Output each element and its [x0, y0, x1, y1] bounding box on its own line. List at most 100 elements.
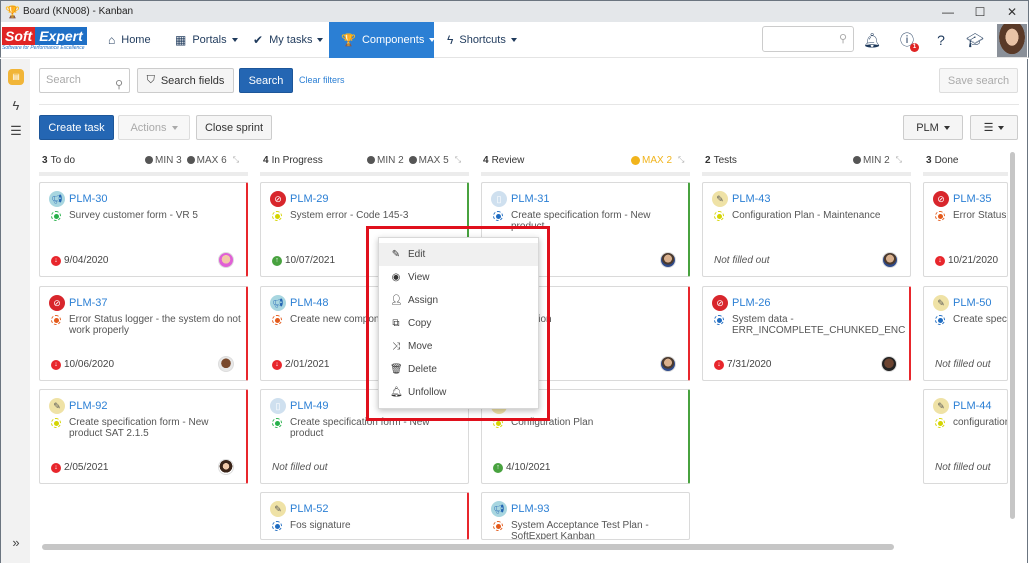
task-card[interactable]: 📢︎ PLM-93 System Acceptance Test Plan - So…: [481, 492, 690, 540]
menu-item-copy[interactable]: ⧉ Copy: [379, 312, 538, 335]
nav-portals[interactable]: ▦ Portals: [175, 22, 238, 58]
card-title: configuratior: [953, 417, 1008, 428]
collapse-column-icon[interactable]: ⤡: [678, 155, 684, 165]
menu-item-unfollow[interactable]: 🔔︎ Unfollow: [379, 381, 538, 404]
card-id-link[interactable]: PLM-31: [511, 193, 550, 205]
collapse-column-icon[interactable]: ⤡: [455, 155, 461, 165]
close-button[interactable]: ✕: [996, 1, 1028, 23]
user-avatar[interactable]: [997, 24, 1027, 57]
task-card[interactable]: ✎ PLM-50 Create spec product Not filled out: [923, 286, 1008, 381]
task-card[interactable]: ⊘ PLM-26 System data - ERR_INCOMPLETE_CHUN…: [702, 286, 911, 381]
card-id-link[interactable]: PLM-30: [69, 193, 108, 205]
task-card[interactable]: ⊘ PLM-37 Error Status logger - the system …: [39, 286, 248, 381]
filter-icon[interactable]: ☰: [8, 123, 24, 139]
search-icon: ⚲: [838, 33, 847, 45]
home-icon: ⌂: [108, 33, 116, 47]
maximize-button[interactable]: ☐: [964, 1, 996, 23]
menu-item-delete[interactable]: 🗑︎ Delete: [379, 358, 538, 381]
nav-my-tasks[interactable]: ✔ My tasks: [253, 22, 324, 58]
column-header-review: 4 Review: [483, 152, 524, 168]
card-id-link[interactable]: PLM-35: [953, 193, 992, 205]
nav-home-label: Home: [121, 34, 151, 46]
nav-components[interactable]: 🏆 Components: [329, 22, 436, 58]
card-id-link[interactable]: PLM-43: [732, 193, 771, 205]
card-title: System error - Code 145-3: [290, 210, 409, 221]
assignee-avatar[interactable]: [218, 356, 234, 372]
search-button[interactable]: Search: [239, 68, 293, 93]
horizontal-scrollbar[interactable]: [42, 544, 894, 550]
top-navbar: Soft Expert Software for Performance Exce…: [0, 22, 1029, 58]
workflow-tasks-icon[interactable]: ⓘ 1: [897, 30, 919, 52]
card-id-link[interactable]: PLM-29: [290, 193, 329, 205]
menu-item-label: Move: [408, 341, 433, 352]
column-divider: [923, 172, 1008, 176]
late-arrow-icon: ↓: [51, 462, 61, 473]
menu-item-label: View: [408, 272, 430, 283]
notifications-bell-icon[interactable]: 🔔︎: [862, 30, 882, 50]
assignee-avatar[interactable]: [218, 459, 234, 475]
status-indicator-icon: [51, 418, 61, 428]
assignee-avatar[interactable]: [881, 356, 897, 372]
menu-item-move[interactable]: ⤨ Move: [379, 335, 538, 358]
task-card[interactable]: ✎ PLM-92 Create specification form - New p…: [39, 389, 248, 484]
view-options-dropdown[interactable]: ☰: [970, 115, 1018, 140]
shuffle-icon: ⤨: [392, 341, 400, 352]
card-id-link[interactable]: PLM-92: [69, 400, 108, 412]
card-due-date: ↓ 10/21/2020: [935, 255, 998, 266]
task-card[interactable]: ⊘ PLM-35 Error Status work properl ↓10/21/2…: [923, 182, 1008, 277]
bolt-icon[interactable]: ϟ: [8, 98, 24, 114]
nav-home[interactable]: ⌂ Home: [108, 22, 151, 58]
close-sprint-button[interactable]: Close sprint: [196, 115, 272, 140]
card-id-link[interactable]: PLM-52: [290, 503, 329, 515]
task-card[interactable]: ✎ PLM-52 Fos signature: [260, 492, 469, 540]
board-search-input[interactable]: Search ⚲: [39, 68, 130, 93]
trophy-icon: 🏆: [341, 33, 356, 47]
nav-shortcuts[interactable]: ϟ Shortcuts: [447, 22, 517, 58]
card-id-link[interactable]: PLM-37: [69, 297, 108, 309]
board-filter-dropdown[interactable]: PLM: [903, 115, 963, 140]
column-count: 4: [263, 154, 269, 166]
column-name: To do: [50, 154, 76, 166]
card-id-link[interactable]: PLM-44: [953, 400, 992, 412]
kanban-board-icon[interactable]: ▤: [8, 69, 24, 85]
task-card[interactable]: ✎ PLM-44 configuratior Not filled out: [923, 389, 1008, 484]
collapse-column-icon[interactable]: ⤡: [233, 155, 239, 165]
chevron-down-icon: [998, 125, 1005, 130]
assignee-avatar[interactable]: [218, 252, 234, 268]
left-sidebar: ▤ ϟ ☰ »: [0, 59, 30, 563]
menu-item-assign[interactable]: 👤︎ Assign: [379, 289, 538, 312]
search-fields-button[interactable]: ⛉ Search fields: [137, 68, 234, 93]
assignee-avatar[interactable]: [882, 252, 898, 268]
softexpert-logo[interactable]: Soft Expert Software for Performance Exce…: [2, 27, 92, 53]
card-id-link[interactable]: PLM-50: [953, 297, 992, 309]
card-due-date: ↓ 2/05/2021: [51, 462, 109, 473]
vertical-scrollbar[interactable]: [1010, 152, 1015, 519]
save-search-button[interactable]: Save search: [939, 68, 1018, 93]
task-card[interactable]: 📢︎ PLM-30 Survey customer form - VR 5 ↓ 9/04…: [39, 182, 248, 277]
assignee-avatar[interactable]: [660, 252, 676, 268]
clip-type-icon: ✎: [933, 295, 949, 311]
status-indicator-icon: [51, 315, 61, 325]
menu-item-edit[interactable]: ✎ Edit: [379, 243, 538, 266]
card-id-link[interactable]: PLM-49: [290, 400, 329, 412]
minimize-button[interactable]: —: [932, 1, 964, 23]
clear-filters-link[interactable]: Clear filters: [299, 75, 345, 85]
user-icon: 👤︎: [390, 295, 403, 306]
help-icon[interactable]: ?: [931, 30, 951, 50]
graduation-cap-icon[interactable]: 🎓︎: [965, 30, 985, 50]
column-max: MAX 5: [418, 154, 449, 166]
collapse-column-icon[interactable]: ⤡: [896, 155, 902, 165]
task-card[interactable]: ✎ PLM-43 Configuration Plan - Maintenance N…: [702, 182, 911, 277]
doc-type-icon: ▯: [270, 398, 286, 414]
expand-sidebar-icon[interactable]: »: [8, 535, 24, 551]
assignee-avatar[interactable]: [660, 356, 676, 372]
card-due-date: ↓ 10/06/2020: [51, 359, 114, 370]
card-id-link[interactable]: PLM-48: [290, 297, 329, 309]
actions-dropdown[interactable]: Actions: [118, 115, 190, 140]
card-id-link[interactable]: PLM-26: [732, 297, 771, 309]
create-task-button[interactable]: Create task: [39, 115, 114, 140]
card-id-link[interactable]: PLM-93: [511, 503, 550, 515]
global-search-input[interactable]: ⚲: [762, 26, 854, 52]
late-arrow-icon: ↓: [714, 359, 724, 370]
menu-item-view[interactable]: ◉ View: [379, 266, 538, 289]
